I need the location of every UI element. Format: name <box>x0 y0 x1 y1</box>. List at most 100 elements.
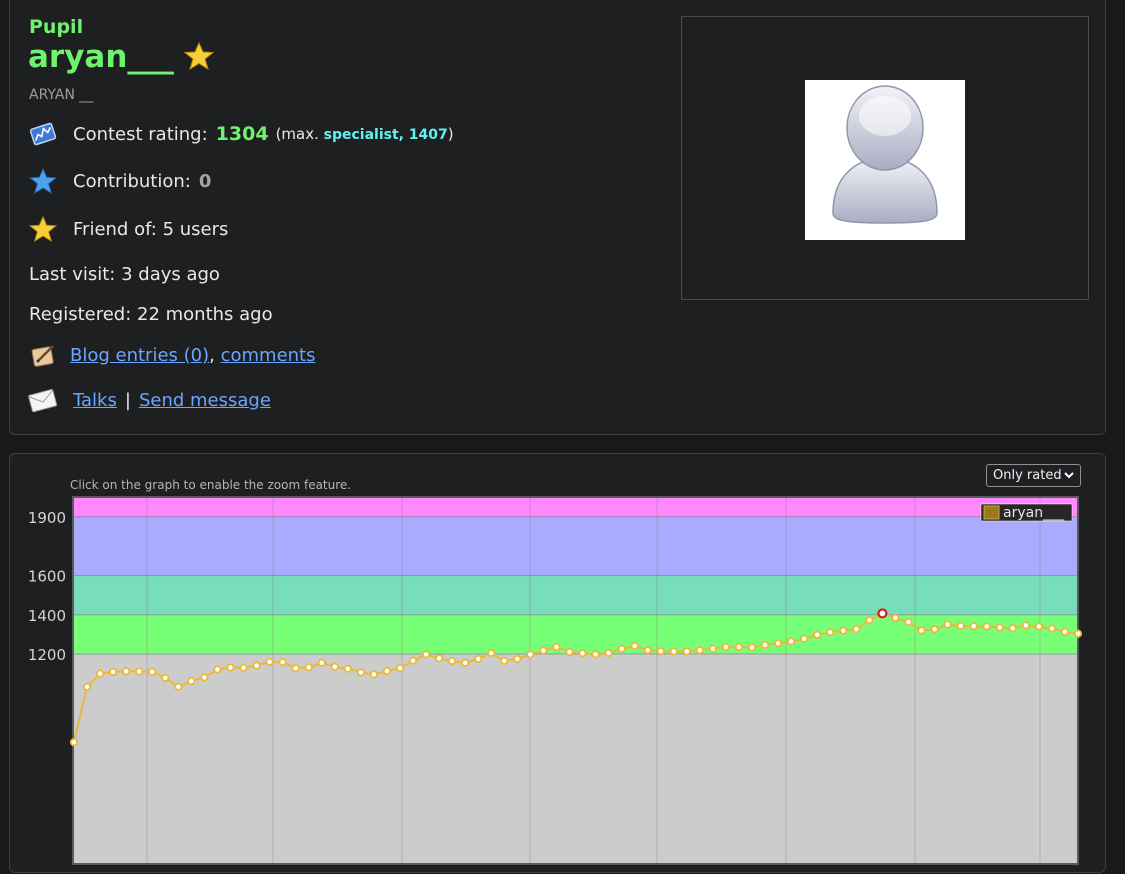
contest-rating-value: 1304 <box>215 123 269 145</box>
max-open-text: (max. <box>275 125 319 143</box>
rating-point <box>487 648 496 658</box>
rating-point <box>865 616 874 625</box>
rating-point <box>1034 622 1043 631</box>
rating-graph-panel: Click on the graph to enable the zoom fe… <box>9 453 1106 873</box>
rating-point <box>617 644 626 654</box>
rating-point <box>552 642 561 652</box>
rating-point <box>1008 624 1017 633</box>
rating-point <box>187 676 196 686</box>
rating-band <box>73 497 1078 517</box>
contribution-value: 0 <box>198 170 212 192</box>
rating-point <box>513 654 522 663</box>
send-message-link[interactable]: Send message <box>139 390 271 411</box>
rating-point <box>369 670 378 679</box>
rating-band <box>73 575 1078 615</box>
rating-point <box>161 673 170 683</box>
rating-point <box>956 621 965 631</box>
rating-point <box>604 648 613 658</box>
max-rank-text: specialist, <box>323 127 404 143</box>
rating-point <box>1073 629 1083 638</box>
rating-point <box>578 649 587 658</box>
rating-point <box>800 634 809 643</box>
rating-point <box>839 626 848 635</box>
rating-point <box>826 628 835 637</box>
rating-point <box>643 646 652 655</box>
rating-point <box>226 663 235 672</box>
contest-rating-label: Contest rating: <box>73 123 208 145</box>
rating-point <box>408 656 418 665</box>
y-tick-label: 1600 <box>28 568 66 586</box>
rating-band <box>73 654 1078 864</box>
rating-point <box>421 650 431 659</box>
rating-point <box>969 622 978 631</box>
rating-point <box>995 623 1004 632</box>
friend-of-row: Friend of: 5 users <box>28 214 228 244</box>
y-tick-label: 1400 <box>28 607 66 625</box>
rating-point <box>500 656 509 665</box>
rating-point <box>721 642 731 652</box>
rating-point <box>813 630 822 639</box>
rating-point <box>1060 627 1070 636</box>
rating-icon <box>28 119 58 149</box>
rating-point <box>669 647 678 656</box>
rating-point <box>760 640 770 650</box>
contribution-row: Contribution: 0 <box>28 166 211 196</box>
comments-link[interactable]: comments <box>221 345 316 366</box>
rating-point <box>917 626 926 635</box>
rating-point <box>174 682 183 691</box>
handle-row: aryan___ <box>28 39 215 75</box>
rating-point <box>695 646 704 655</box>
rating-point <box>1047 624 1057 633</box>
rating-point <box>95 669 105 678</box>
rating-point <box>630 641 639 651</box>
rating-point <box>461 658 470 667</box>
rating-point <box>787 637 796 646</box>
rating-point <box>252 661 261 670</box>
user-rank: Pupil <box>29 16 84 38</box>
rating-point <box>474 654 483 663</box>
blog-separator: , <box>209 344 215 366</box>
y-tick-label: 1200 <box>28 646 66 664</box>
user-full-name: ARYAN __ <box>29 87 94 103</box>
user-handle: aryan___ <box>28 39 174 75</box>
friend-of-text: Friend of: 5 users <box>73 218 229 240</box>
rating-point <box>943 620 952 629</box>
rating-point <box>317 658 326 667</box>
rating-point <box>1021 621 1030 630</box>
rating-point <box>774 639 783 648</box>
talks-link[interactable]: Talks <box>73 390 117 411</box>
contest-rating-row: Contest rating: 1304 (max. specialist, 1… <box>28 119 454 149</box>
rating-point <box>982 622 991 631</box>
max-close-text: ) <box>447 125 454 143</box>
rating-point <box>356 668 365 677</box>
rating-point <box>565 647 574 657</box>
legend-label: aryan___ <box>1003 505 1065 521</box>
rating-point <box>122 667 131 676</box>
rating-point <box>239 663 248 672</box>
registered: Registered: 22 months ago <box>29 304 273 325</box>
max-rating-point <box>877 608 888 619</box>
max-rating-group: (max. specialist, 1407) <box>276 125 454 143</box>
blog-icon <box>28 340 58 370</box>
rating-point <box>135 667 144 676</box>
rating-chart[interactable]: 1200 1400 1600 1900 aryan___ <box>10 454 1105 874</box>
rating-point <box>904 617 913 627</box>
rating-point <box>395 664 405 673</box>
rating-point <box>330 662 339 671</box>
rating-point <box>291 664 300 673</box>
profile-panel: Pupil aryan___ ARYAN __ Contest rating: … <box>9 0 1106 435</box>
rating-point <box>148 667 157 676</box>
max-rating-value: 1407 <box>408 127 448 143</box>
rating-point <box>656 647 665 656</box>
blog-entries-link[interactable]: Blog entries (0) <box>70 345 209 366</box>
rating-point <box>708 644 718 653</box>
rating-point <box>278 658 287 667</box>
rating-point <box>448 656 457 666</box>
rating-point <box>539 646 548 655</box>
rating-point <box>213 665 222 674</box>
rating-point <box>591 650 600 659</box>
handle-star-icon <box>183 41 215 74</box>
rating-point <box>304 663 313 672</box>
avatar[interactable] <box>805 80 965 240</box>
y-tick-label: 1900 <box>28 509 66 527</box>
